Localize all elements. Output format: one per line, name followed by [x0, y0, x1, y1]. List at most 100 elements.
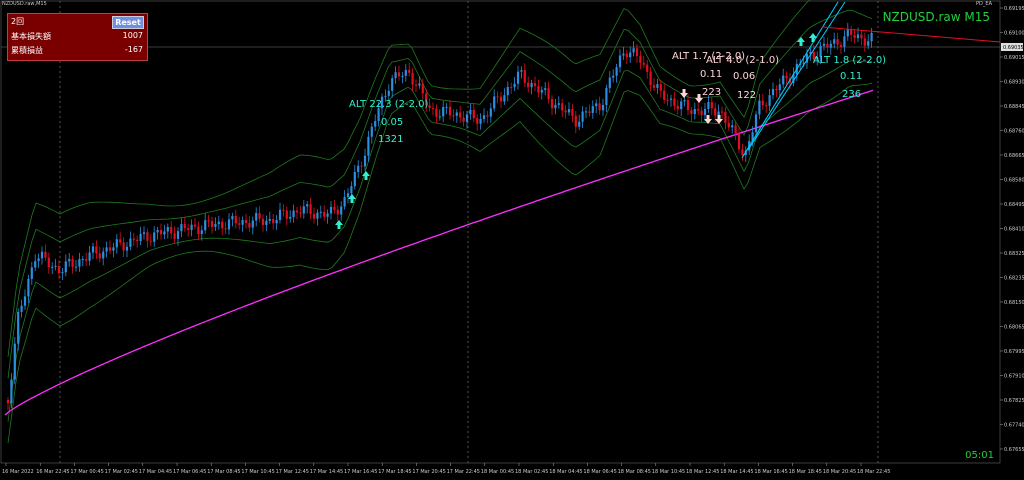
candle-body — [6, 400, 10, 404]
candle-body — [486, 115, 489, 117]
candle-body — [119, 239, 122, 243]
candle-body — [214, 224, 217, 227]
symbol-label: NZDUSD.raw M15 — [882, 10, 990, 24]
moving-average-line — [4, 89, 874, 416]
time-tick-label: 18 Mar 22:45 — [857, 469, 890, 475]
candle-body — [397, 72, 401, 77]
candle-body — [642, 62, 645, 65]
candle-body — [649, 71, 652, 86]
candle-body — [870, 32, 873, 42]
signal-annotation: 1321 — [378, 134, 403, 145]
candle-body — [217, 221, 220, 225]
candle-body — [550, 99, 554, 109]
candle-body — [710, 102, 713, 109]
candle-body — [23, 296, 27, 306]
candle-body — [476, 118, 479, 124]
candle-body — [391, 78, 394, 91]
candle-body — [493, 96, 496, 109]
candle-body — [374, 121, 377, 127]
candle-body — [258, 213, 261, 219]
candle-body — [221, 221, 224, 229]
candle-body — [17, 311, 20, 344]
candle-body — [561, 103, 564, 111]
candle-body — [142, 232, 146, 234]
candle-body — [139, 233, 142, 241]
price-tick-label: 0.68325 — [1004, 251, 1024, 257]
candle-body — [530, 83, 533, 88]
time-tick-label: 18 Mar 04:45 — [549, 469, 582, 475]
candle-body — [136, 239, 139, 241]
candle-body — [74, 266, 78, 268]
time-tick-label: 17 Mar 10:45 — [241, 469, 274, 475]
candle-body — [98, 253, 101, 259]
buy-arrow-icon — [797, 37, 805, 46]
candle-body — [843, 36, 846, 47]
candle-body — [714, 108, 717, 116]
time-tick-label: 16 Mar 22:45 — [36, 469, 69, 475]
candle-body — [567, 109, 571, 113]
candle-body — [822, 43, 826, 46]
candle-body — [639, 56, 642, 63]
candle-body — [30, 267, 33, 279]
candle-body — [635, 48, 639, 57]
signal-annotation: ALT 1.8 (2-2.0) — [813, 55, 886, 66]
price-tick-label: 0.68580 — [1004, 178, 1024, 184]
candle-body — [598, 103, 601, 111]
candle-body — [282, 209, 285, 211]
candle-body — [547, 88, 550, 100]
candle-body — [357, 165, 360, 172]
candle-body — [323, 211, 326, 217]
candle-body — [261, 218, 265, 225]
candle-body — [615, 67, 618, 76]
candle-body — [95, 246, 98, 254]
candle-body — [469, 109, 472, 115]
signal-annotation: ALT 22.3 (2-2.0) — [349, 99, 429, 110]
candle-body — [238, 223, 241, 225]
band-line — [7, 82, 873, 444]
candle-body — [265, 220, 268, 225]
candle-body — [523, 70, 526, 83]
candle-body — [571, 109, 574, 116]
candle-body — [673, 98, 676, 106]
candle-body — [533, 83, 537, 87]
cumulative-pnl-label: 累積損益 — [11, 46, 43, 55]
candle-body — [771, 89, 775, 96]
candle-body — [40, 251, 44, 259]
candle-body — [680, 101, 683, 110]
candle-body — [839, 44, 843, 47]
time-tick-label: 17 Mar 22:45 — [447, 469, 480, 475]
candle-body — [414, 84, 418, 86]
candle-body — [333, 206, 336, 210]
candle-body — [401, 75, 404, 77]
candle-body — [210, 221, 214, 227]
candle-body — [656, 84, 659, 88]
candle-body — [442, 107, 445, 117]
candle-body — [353, 171, 356, 187]
time-tick-label: 16 Mar 2022 — [2, 469, 34, 475]
candle-body — [584, 111, 588, 113]
candle-body — [850, 29, 853, 35]
candle-body — [666, 99, 669, 101]
candle-body — [34, 261, 37, 268]
candle-body — [71, 259, 74, 267]
candle-body — [833, 39, 836, 44]
candle-body — [557, 103, 560, 105]
candle-body — [20, 305, 23, 312]
candle-body — [278, 209, 282, 220]
candle-body — [720, 111, 724, 113]
candle-body — [727, 122, 730, 128]
ea-label: PD_EA — [976, 1, 992, 7]
time-tick-label: 18 Mar 14:45 — [720, 469, 753, 475]
candle-body — [724, 112, 727, 123]
candle-body — [57, 265, 61, 274]
candle-body — [346, 193, 350, 198]
candle-body — [153, 232, 156, 242]
candle-body — [370, 126, 373, 137]
reset-button[interactable]: Reset — [112, 16, 144, 29]
candle-body — [44, 251, 47, 258]
candle-body — [227, 219, 231, 230]
price-chart[interactable]: ALT 22.3 (2-2.0)0.051321ALT 1.7 (2-2.0)0… — [0, 0, 1024, 480]
time-tick-label: 17 Mar 06:45 — [173, 469, 206, 475]
candle-body — [336, 209, 339, 215]
candle-body — [768, 95, 771, 106]
